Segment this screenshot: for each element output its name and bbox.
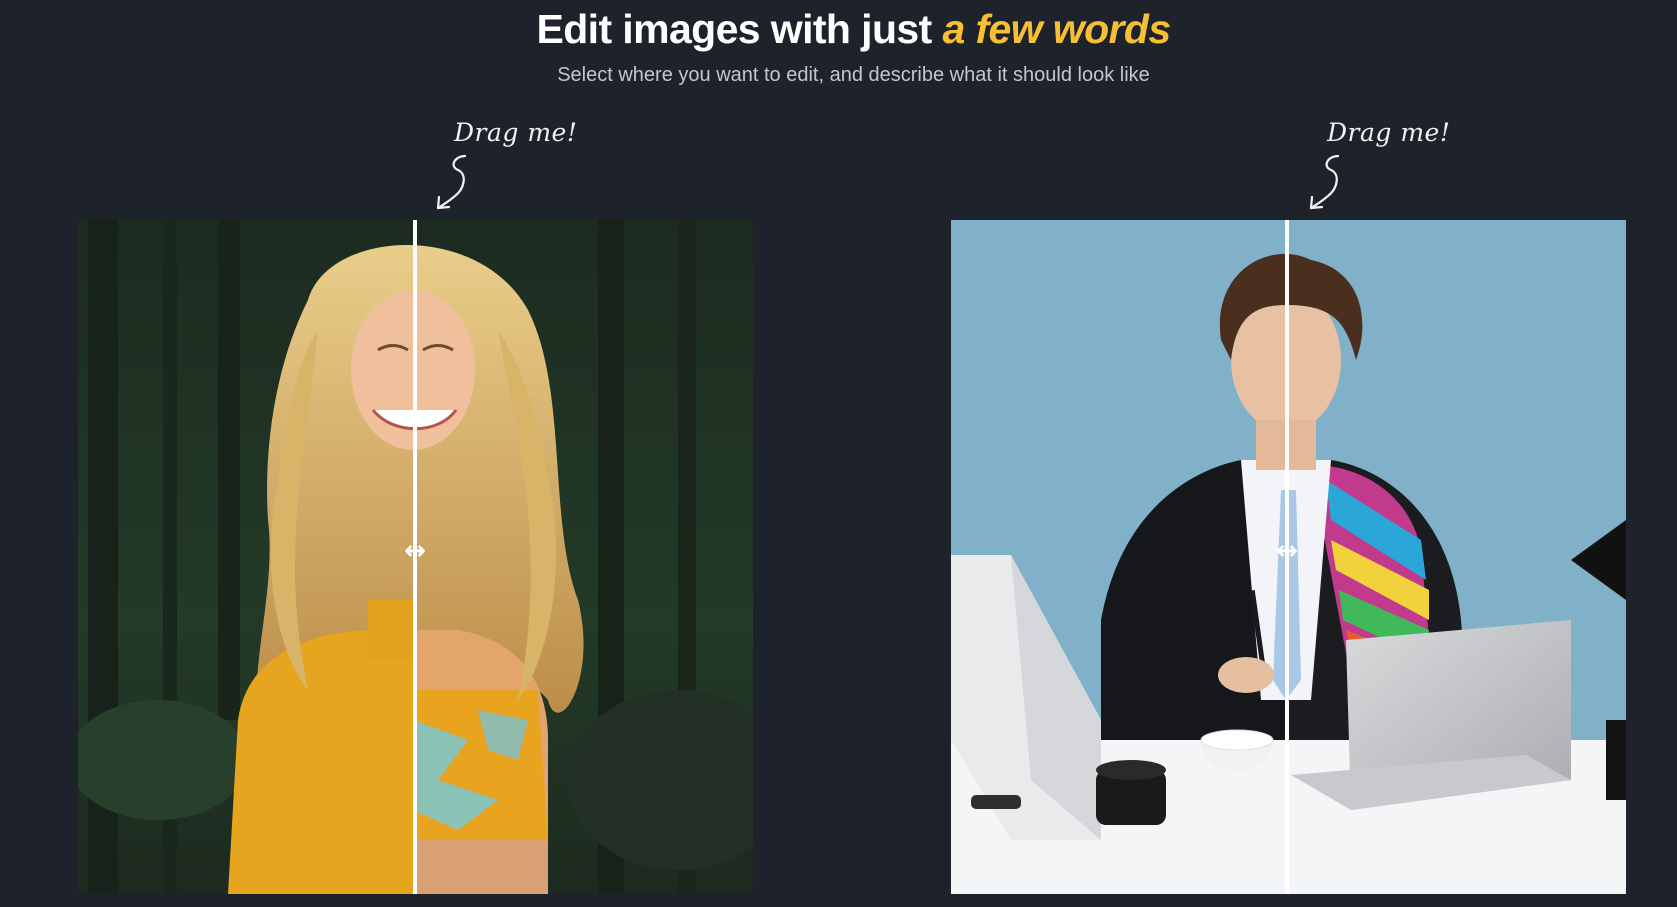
- image-compare-slider-1[interactable]: ↔: [78, 220, 753, 894]
- drag-hint-label: Drag me!: [454, 118, 578, 147]
- curly-arrow-icon: [1309, 154, 1340, 210]
- drag-hint-1: Drag me!: [425, 118, 577, 213]
- curly-arrow-icon: [436, 154, 467, 210]
- drag-handle-arrows-icon[interactable]: ↔: [399, 538, 431, 564]
- hero-title-accent: a few words: [942, 6, 1171, 52]
- hero-title-main: Edit images with just: [536, 6, 943, 52]
- drag-handle-arrows-icon[interactable]: ↔: [1271, 538, 1303, 564]
- drag-hint-label: Drag me!: [1327, 118, 1451, 147]
- hero-subtitle: Select where you want to edit, and descr…: [557, 64, 1150, 86]
- image-compare-slider-2[interactable]: ↔: [951, 220, 1626, 894]
- hero-title: Edit images with just a few words: [0, 6, 1677, 53]
- drag-hint-2: Drag me!: [1298, 118, 1450, 213]
